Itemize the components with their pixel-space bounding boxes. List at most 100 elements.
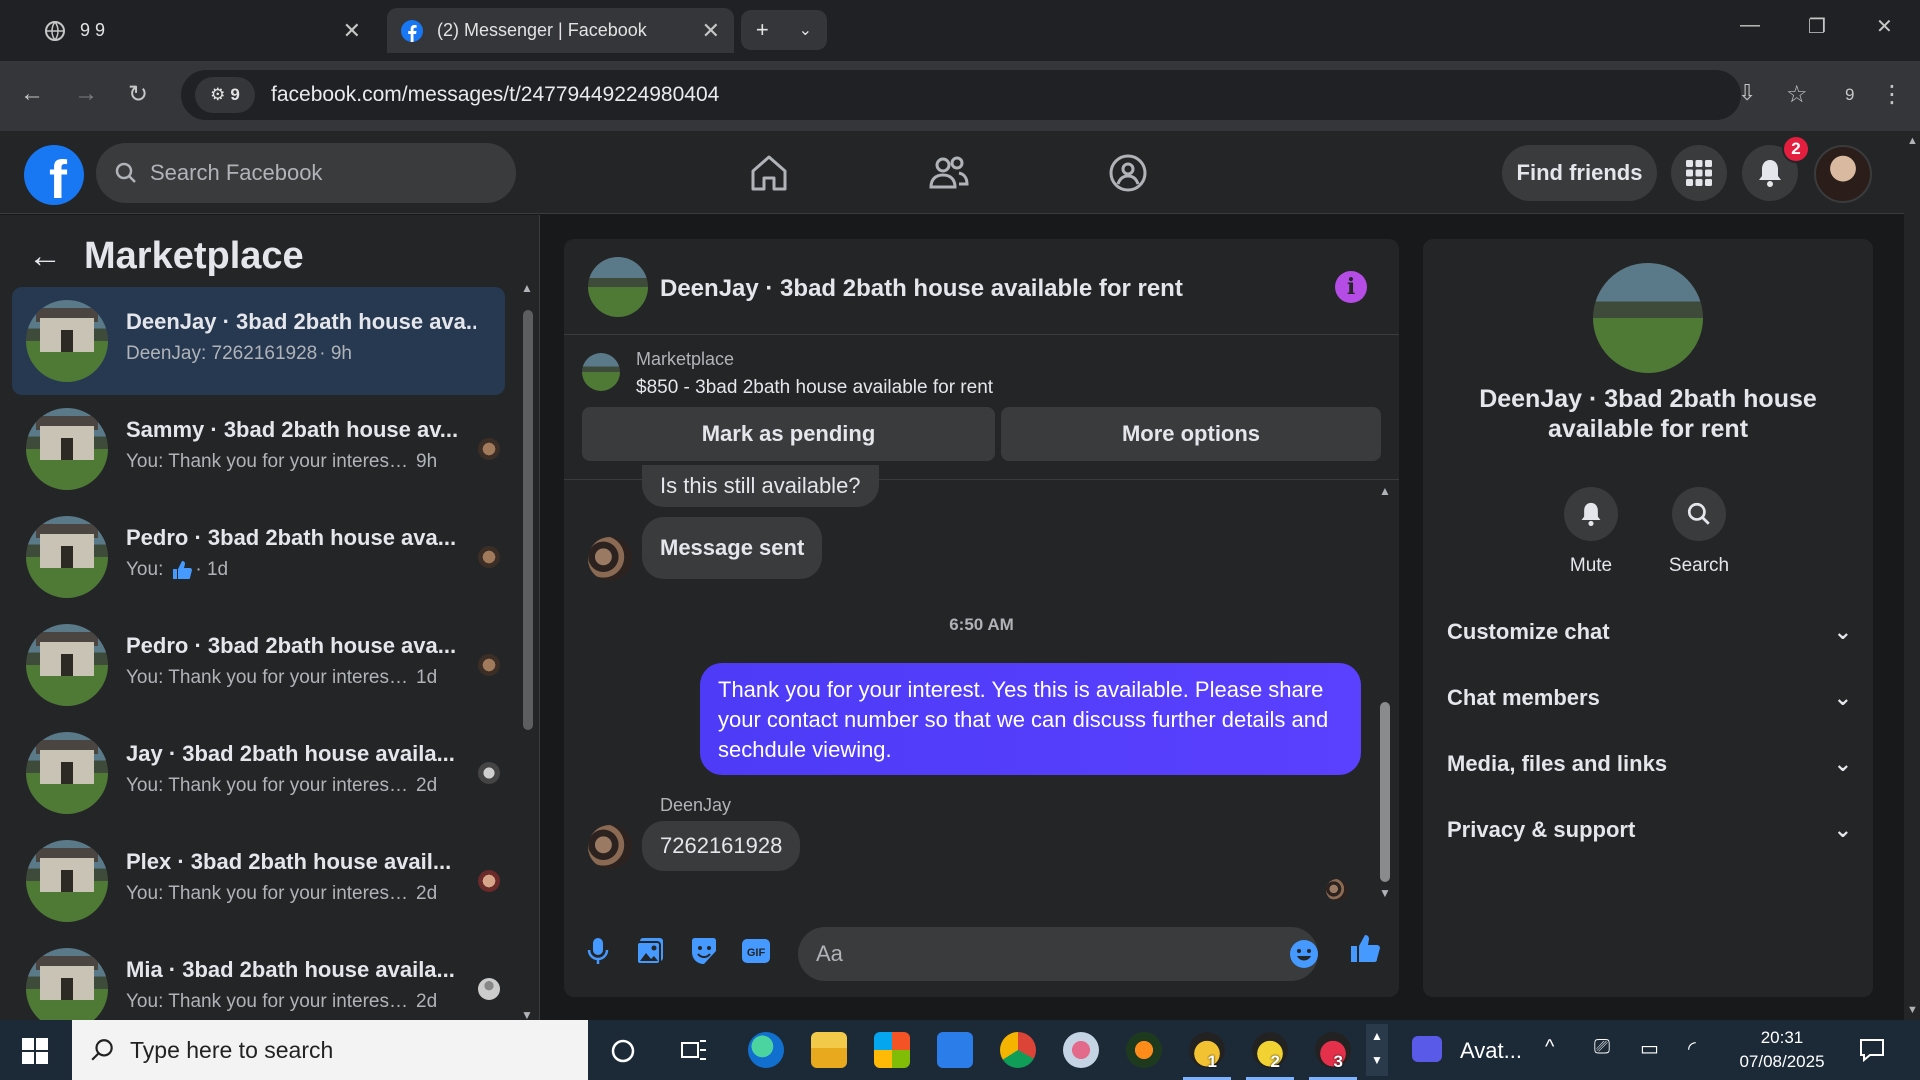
app-icon[interactable]	[1126, 1032, 1162, 1068]
media-files-links-row[interactable]: Media, files and links ⌄	[1447, 751, 1852, 777]
conversation-item[interactable]: Pedro · 3bad 2bath house ava... You: · 1…	[12, 503, 505, 611]
site-info-chip[interactable]: ⚙ 9	[195, 77, 255, 113]
extensions-count[interactable]: 9	[1845, 85, 1854, 105]
app-icon[interactable]: 3	[1309, 1032, 1357, 1080]
app-icon[interactable]: 2	[1246, 1032, 1294, 1080]
task-view-icon[interactable]	[680, 1037, 708, 1063]
chat-info-avatar[interactable]	[1593, 263, 1703, 373]
grid-icon	[1686, 160, 1712, 186]
address-bar[interactable]: ⚙ 9 facebook.com/messages/t/247794492249…	[181, 70, 1741, 120]
photo-icon[interactable]	[634, 935, 666, 967]
scroll-up-icon[interactable]: ▲	[1379, 484, 1391, 498]
groups-icon[interactable]	[1106, 151, 1150, 195]
conversation-item[interactable]: Pedro · 3bad 2bath house ava... You: Tha…	[12, 611, 505, 719]
taskbar-search-input[interactable]: Type here to search	[72, 1020, 588, 1080]
chrome-icon[interactable]	[1000, 1032, 1036, 1068]
browser-tab[interactable]: 9 9 ✕	[30, 8, 375, 53]
info-icon[interactable]: i	[1335, 271, 1367, 303]
app-icon[interactable]	[1063, 1032, 1099, 1068]
edge-icon[interactable]	[748, 1032, 784, 1068]
incoming-message[interactable]: 7262161928	[642, 821, 801, 871]
video-app-icon[interactable]	[1412, 1036, 1442, 1062]
scroll-up-icon[interactable]: ▲	[1907, 135, 1918, 147]
search-action[interactable]: Search	[1649, 487, 1749, 577]
conversation-item[interactable]: Jay · 3bad 2bath house availa... You: Th…	[12, 719, 505, 827]
chat-scrollbar[interactable]: ▲ ▼	[1375, 482, 1395, 902]
browser-menu-icon[interactable]: ⋮	[1880, 80, 1904, 109]
close-tab-icon[interactable]: ✕	[343, 18, 361, 44]
chat-info-panel: DeenJay · 3bad 2bath house available for…	[1423, 239, 1873, 997]
windows-start-icon[interactable]	[22, 1038, 48, 1064]
conversation-item[interactable]: DeenJay · 3bad 2bath house ava... DeenJa…	[12, 287, 505, 395]
conversation-item[interactable]: Plex · 3bad 2bath house avail... You: Th…	[12, 827, 505, 935]
sidebar-scrollbar[interactable]: ▲ ▼	[520, 281, 534, 1022]
restore-icon[interactable]: ❐	[1808, 14, 1826, 39]
menu-grid-button[interactable]	[1671, 145, 1727, 201]
listing-thumbnail[interactable]	[582, 353, 620, 391]
chevron-up-icon[interactable]: ▲	[1366, 1024, 1388, 1048]
taskbar-overflow-scroller[interactable]: ▲ ▼	[1366, 1024, 1388, 1076]
wifi-icon[interactable]: ◜	[1688, 1036, 1696, 1061]
bookmark-star-icon[interactable]: ☆	[1786, 80, 1808, 109]
close-tab-icon[interactable]: ✕	[702, 18, 720, 44]
sticker-icon[interactable]	[688, 935, 720, 967]
file-explorer-icon[interactable]	[811, 1032, 847, 1068]
facebook-logo[interactable]: f	[24, 145, 84, 205]
taskbar-clock[interactable]: 20:31 07/08/2025	[1722, 1026, 1842, 1074]
close-window-icon[interactable]: ✕	[1876, 14, 1893, 39]
friends-icon[interactable]	[926, 151, 970, 195]
gif-icon[interactable]: GIF	[740, 935, 772, 967]
customize-chat-row[interactable]: Customize chat ⌄	[1447, 619, 1852, 645]
chevron-up-icon[interactable]: ^	[1545, 1036, 1554, 1059]
mark-as-pending-button[interactable]: Mark as pending	[582, 407, 995, 461]
chat-members-row[interactable]: Chat members ⌄	[1447, 685, 1852, 711]
notifications-center-icon[interactable]	[1858, 1036, 1886, 1064]
outgoing-message[interactable]: Thank you for your interest. Yes this is…	[700, 663, 1361, 775]
tab-search-chevron-icon[interactable]: ⌄	[799, 20, 812, 40]
more-options-button[interactable]: More options	[1001, 407, 1381, 461]
incoming-message[interactable]: Message sent	[642, 517, 823, 579]
taskbar-app-label[interactable]: Avat...	[1460, 1038, 1522, 1064]
mail-icon[interactable]	[937, 1032, 973, 1068]
meet-now-icon[interactable]: ⎚	[1594, 1036, 1610, 1059]
cortana-icon[interactable]	[610, 1038, 636, 1064]
back-arrow-icon[interactable]: ←	[20, 80, 44, 108]
forward-arrow-icon[interactable]: →	[74, 80, 98, 108]
conversation-time: 2d	[416, 775, 438, 796]
message-input[interactable]: Aa	[798, 927, 1318, 981]
emoji-icon[interactable]	[1289, 939, 1319, 969]
chat-avatar[interactable]	[588, 257, 648, 317]
page-scrollbar[interactable]: ▲ ▼	[1904, 131, 1920, 1020]
battery-icon[interactable]: ▭	[1640, 1036, 1659, 1061]
find-friends-button[interactable]: Find friends	[1502, 145, 1657, 201]
microphone-icon[interactable]	[582, 935, 614, 967]
url-text[interactable]: facebook.com/messages/t/2477944922498040…	[271, 83, 719, 107]
scroll-down-icon[interactable]: ▼	[1379, 886, 1391, 900]
privacy-support-row[interactable]: Privacy & support ⌄	[1447, 817, 1852, 843]
scroll-down-icon[interactable]: ▼	[1907, 1004, 1918, 1016]
mute-action[interactable]: Mute	[1541, 487, 1641, 577]
chat-scroll-thumb[interactable]	[1380, 702, 1390, 882]
microsoft-store-icon[interactable]	[874, 1032, 910, 1068]
minimize-icon[interactable]: —	[1740, 14, 1760, 37]
browser-tab-active[interactable]: (2) Messenger | Facebook ✕	[387, 8, 734, 53]
search-placeholder: Search Facebook	[150, 160, 323, 185]
install-app-icon[interactable]: ⇩	[1738, 80, 1756, 106]
listing-description[interactable]: $850 - 3bad 2bath house available for re…	[636, 377, 993, 399]
conversation-item[interactable]: Sammy · 3bad 2bath house av... You: Than…	[12, 395, 505, 503]
chat-title[interactable]: DeenJay · 3bad 2bath house available for…	[660, 275, 1183, 303]
conversation-preview: DeenJay: 7262161928	[126, 343, 318, 364]
new-tab-button[interactable]: +	[756, 17, 769, 43]
back-arrow-icon[interactable]: ←	[28, 237, 62, 276]
clock-time: 20:31	[1760, 1028, 1804, 1047]
reload-icon[interactable]: ↻	[128, 80, 148, 109]
profile-avatar[interactable]	[1814, 145, 1872, 203]
chevron-down-icon[interactable]: ▼	[1366, 1048, 1388, 1072]
thumbs-up-icon[interactable]	[1349, 933, 1381, 965]
home-icon[interactable]	[747, 151, 791, 195]
scroll-up-icon[interactable]: ▲	[521, 281, 533, 295]
app-icon[interactable]: 1	[1183, 1032, 1231, 1080]
sidebar-scroll-thumb[interactable]	[523, 310, 533, 730]
incoming-message[interactable]: Is this still available?	[642, 465, 879, 507]
facebook-search-input[interactable]: Search Facebook	[96, 143, 516, 203]
